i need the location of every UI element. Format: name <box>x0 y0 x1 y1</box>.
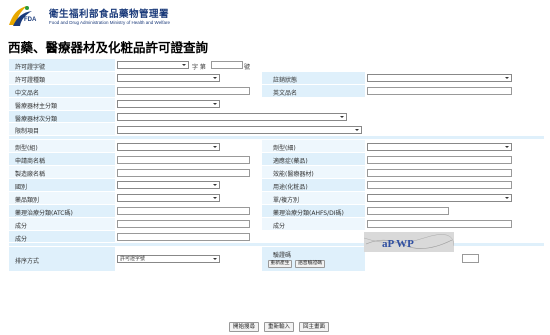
ingredient3-input[interactable] <box>117 232 250 241</box>
applicant-input[interactable] <box>117 155 250 164</box>
ahfs-label: 藥理治療分類(AHFS/DI碼) <box>273 209 344 217</box>
row-pharmacology: 藥理治療分類(ATC碼) 藥理治療分類(AHFS/DI碼) <box>9 204 544 218</box>
effect-label: 效能(醫療器材) <box>273 171 314 179</box>
captcha-audio-button[interactable]: 語音驗證碼 <box>295 260 325 269</box>
english-name-label: 英文品名 <box>273 89 298 97</box>
cancel-status-label: 註銷狀態 <box>273 76 298 84</box>
country-label: 國別 <box>15 184 28 192</box>
captcha-text: aP WP <box>382 238 414 250</box>
ingredient-input[interactable] <box>117 220 250 229</box>
search-form: 許可證字號 字 第 號 許可證種類 註銷狀態 中文品名 英文品名 醫療器材主分類… <box>9 59 544 273</box>
usage-label: 用途(化粧品) <box>273 184 308 192</box>
row-dosage-form: 劑型(組) 劑型(細) <box>9 140 544 154</box>
license-type-label: 許可證種類 <box>15 76 46 84</box>
control-item-label: 限制項目 <box>15 128 40 136</box>
english-name-input[interactable] <box>367 87 512 96</box>
sort-label: 排序方式 <box>15 258 40 266</box>
device-sub-class-label: 醫療器材次分類 <box>15 115 58 123</box>
manufacturer-input[interactable] <box>117 168 250 177</box>
row-device-main-class: 醫療器材主分類 <box>9 97 544 111</box>
page-title: 西藥、醫療器材及化粧品許可證查詢 <box>8 40 209 55</box>
captcha-refresh-button[interactable]: 重新產生 <box>268 260 292 269</box>
drug-category-label: 藥品類別 <box>15 196 40 204</box>
license-hao-text: 號 <box>244 64 251 71</box>
row-ingredient3: 成分 <box>9 230 544 244</box>
captcha-label: 驗證碼 <box>273 252 292 260</box>
chinese-name-input[interactable] <box>117 87 250 96</box>
country-select[interactable] <box>117 181 220 190</box>
row-country: 國別 用途(化粧品) <box>9 179 544 192</box>
sort-select-value: 許可證字號 <box>120 256 146 263</box>
indication-input[interactable] <box>367 155 512 164</box>
dosage-form2-label: 劑型(細) <box>273 145 296 153</box>
chinese-name-label: 中文品名 <box>15 89 40 97</box>
ingredient-label: 成分 <box>15 222 28 230</box>
atc-input[interactable] <box>117 207 250 216</box>
license-type-select[interactable] <box>117 74 220 83</box>
org-name[interactable]: 衛生福利部食品藥物管理署 <box>49 6 169 20</box>
row-license-type: 許可證種類 註銷狀態 <box>9 71 544 85</box>
ahfs-input[interactable] <box>367 207 449 216</box>
row-device-sub-class: 醫療器材次分類 <box>9 110 544 124</box>
sort-select[interactable]: 許可證字號 <box>117 255 220 264</box>
single-compound-label: 單/複方別 <box>273 196 300 204</box>
ingredient3-label: 成分 <box>15 235 28 243</box>
single-compound-select[interactable] <box>367 194 512 203</box>
device-main-class-label: 醫療器材主分類 <box>15 102 58 110</box>
site-header: FDA 衛生福利部食品藥物管理署 Food and Drug Administr… <box>0 0 550 32</box>
dosage-form-label: 劑型(組) <box>15 145 38 153</box>
indication-label: 適應症(藥品) <box>273 158 308 166</box>
fda-logo-icon <box>9 6 32 26</box>
captcha-input[interactable] <box>462 254 479 264</box>
row-manufacturer: 製造廠名稱 效能(醫療器材) <box>9 166 544 180</box>
ingredient2-label: 成分 <box>273 222 286 230</box>
org-english-name: Food and Drug Administration Ministry of… <box>49 20 170 25</box>
row-drug-category: 藥品類別 單/複方別 <box>9 191 544 205</box>
license-word-select[interactable] <box>117 61 189 70</box>
captcha-image: aP WP <box>364 232 454 252</box>
home-button[interactable]: 回主畫面 <box>299 322 329 332</box>
effect-input[interactable] <box>367 168 512 177</box>
logo-fda-text: FDA <box>24 17 37 23</box>
cancel-status-select[interactable] <box>367 74 512 83</box>
control-item-select[interactable] <box>117 125 362 134</box>
license-number-input[interactable] <box>211 61 243 70</box>
row-control-item: 限制項目 <box>9 123 544 137</box>
ingredient2-input[interactable] <box>367 220 512 229</box>
row-sort-captcha: 排序方式 驗證碼 許可證字號 重新產生 語音驗證碼 <box>9 247 544 273</box>
search-button[interactable]: 開始搜尋 <box>229 322 259 332</box>
device-main-class-select[interactable] <box>117 100 220 109</box>
row-applicant: 申請商名稱 適應症(藥品) <box>9 153 544 167</box>
drug-category-select[interactable] <box>117 194 220 203</box>
dosage-form2-select[interactable] <box>367 142 512 151</box>
device-sub-class-select[interactable] <box>117 112 347 121</box>
row-license-no: 許可證字號 字 第 號 <box>9 59 544 72</box>
row-names: 中文品名 英文品名 <box>9 84 544 98</box>
reset-button[interactable]: 重新輸入 <box>264 322 294 332</box>
manufacturer-label: 製造廠名稱 <box>15 171 46 179</box>
dosage-form-select[interactable] <box>117 142 220 151</box>
applicant-label: 申請商名稱 <box>15 158 46 166</box>
row-ingredients: 成分 成分 <box>9 217 544 231</box>
usage-input[interactable] <box>367 181 512 190</box>
license-no-label: 許可證字號 <box>15 64 46 71</box>
atc-label: 藥理治療分類(ATC碼) <box>15 209 73 217</box>
license-word-text: 字 第 <box>192 64 206 71</box>
